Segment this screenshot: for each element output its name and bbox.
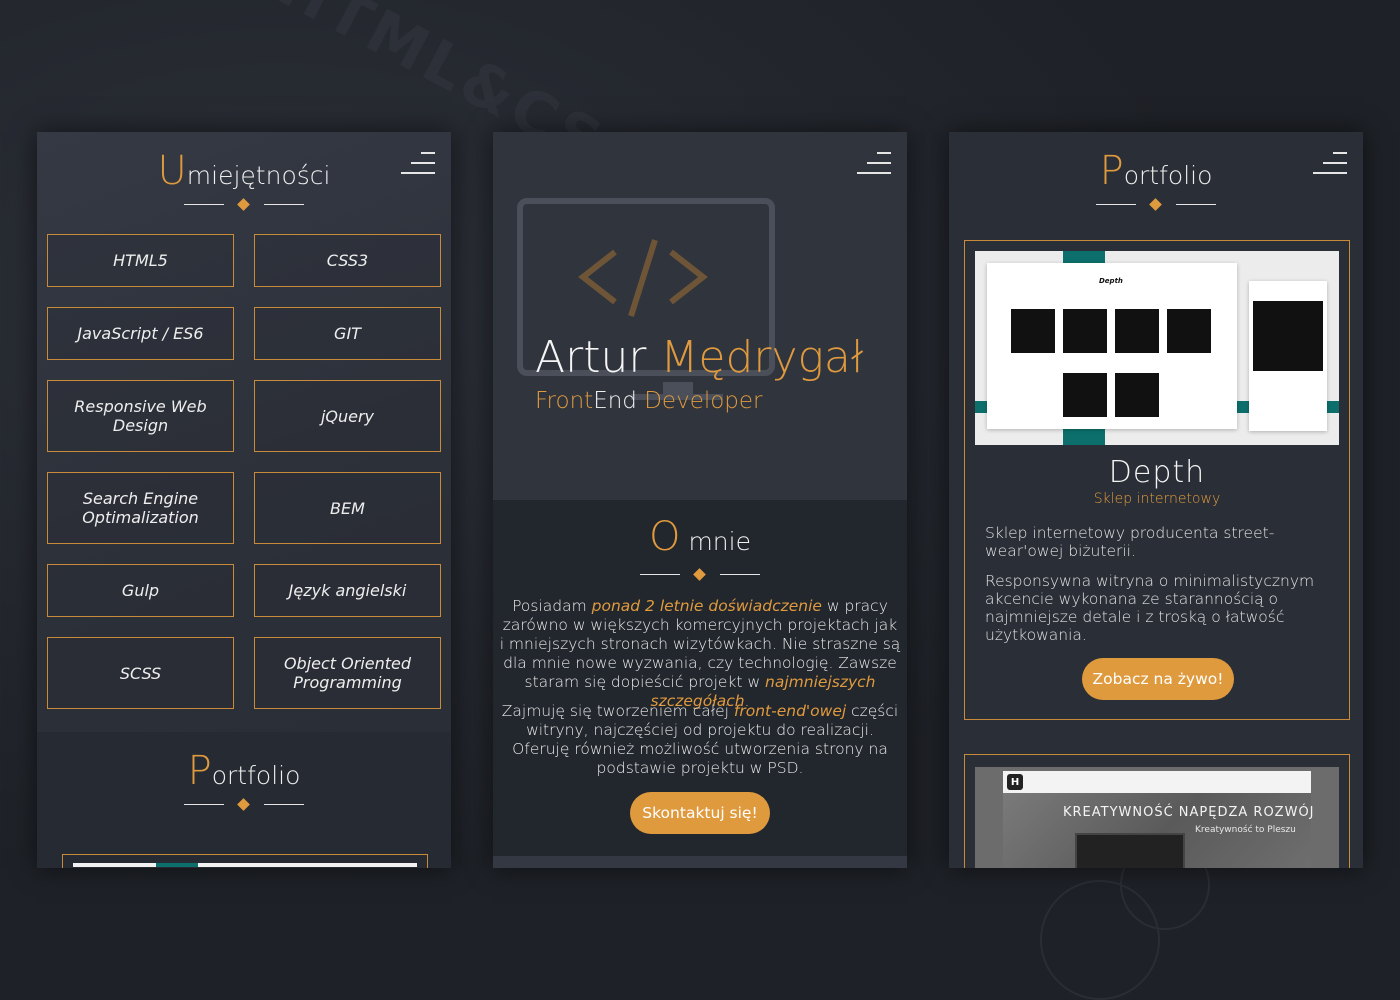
project-description: Responsywna witryna o minimalistycznym a… [985, 572, 1315, 644]
highlight: ponad 2 letnie doświadczenie [591, 597, 822, 615]
text: Zajmuję się tworzeniem całej [501, 702, 734, 720]
title-initial: P [187, 748, 212, 794]
skill-tile: Object Oriented Programming [254, 637, 441, 709]
hero-section: Artur Mędrygał FrontEnd Developer [493, 132, 907, 500]
skills-phone-screen: Umiejętności HTML5 CSS3 JavaScript / ES6… [37, 132, 451, 868]
project-screenshot[interactable]: H KREATYWNOŚĆ NAPĘDZA ROZWÓJ Kreatywność… [975, 767, 1339, 868]
screenshot-subline: Kreatywność to Pleszu [1195, 825, 1296, 835]
title-divider [184, 198, 304, 212]
project-description: Sklep internetowy producenta street-wear… [985, 524, 1275, 560]
title-rest: miejętności [186, 161, 331, 190]
next-section-edge [493, 856, 907, 868]
screenshot-logo: Depth [1099, 277, 1123, 285]
hero-phone-screen: Artur Mędrygał FrontEnd Developer O mnie… [493, 132, 907, 868]
project-title: Depth [1108, 455, 1206, 490]
first-name: Artur [535, 332, 647, 383]
hero-name: Artur Mędrygał [535, 332, 863, 383]
project-card: Depth Depth Sklep internetowy Sklep inte… [964, 240, 1350, 720]
menu-icon[interactable] [857, 152, 891, 178]
role-part: End [593, 388, 637, 414]
role-part: Front [535, 388, 594, 414]
portfolio-title: Portfolio [37, 748, 451, 794]
laptop-image [1075, 833, 1185, 868]
title-rest: mnie [680, 527, 751, 556]
skill-tile: CSS3 [254, 234, 441, 287]
title-initial: O [649, 514, 681, 560]
skill-tile: Search Engine Optimalization [47, 472, 234, 544]
about-paragraph: Posiadam ponad 2 letnie doświadczenie w … [499, 597, 901, 711]
screenshot-nav: H [1003, 771, 1311, 793]
highlight: front-end'owej [733, 702, 847, 720]
title-rest: ortfolio [1123, 161, 1213, 190]
mobile-mockup [1249, 281, 1327, 431]
product-thumb [1011, 309, 1055, 353]
title-initial: U [157, 148, 187, 194]
product-thumb [1253, 301, 1323, 371]
view-live-button[interactable]: Zobacz na żywo! [1082, 658, 1234, 700]
skill-tile: GIT [254, 307, 441, 360]
portfolio-phone-screen: Portfolio Depth Depth Sklep internetowy … [949, 132, 1363, 868]
role-part: Developer [636, 388, 763, 414]
skill-tile: Responsive Web Design [47, 380, 234, 452]
skill-tile: SCSS [47, 637, 234, 709]
product-thumb [1063, 309, 1107, 353]
project-subtitle: Sklep internetowy [1093, 491, 1221, 507]
title-initial: P [1099, 148, 1124, 194]
portfolio-card-edge[interactable] [62, 854, 428, 868]
skill-tile: HTML5 [47, 234, 234, 287]
about-paragraph: Zajmuję się tworzeniem całej front-end'o… [499, 702, 901, 778]
skill-tile: Gulp [47, 564, 234, 617]
skill-tile: JavaScript / ES6 [47, 307, 234, 360]
title-divider [184, 798, 304, 812]
screenshot-headline: KREATYWNOŚĆ NAPĘDZA ROZWÓJ [1063, 805, 1315, 820]
desktop-mockup: Depth [987, 263, 1237, 429]
project-screenshot[interactable]: Depth [975, 251, 1339, 445]
skill-tile: BEM [254, 472, 441, 544]
screenshot-logo: H [1007, 774, 1023, 790]
title-divider [640, 568, 760, 582]
title-rest: ortfolio [211, 761, 301, 790]
last-name: Mędrygał [660, 332, 864, 383]
portfolio-section-preview: Portfolio [37, 732, 451, 868]
hero-role: FrontEnd Developer [535, 388, 763, 414]
product-thumb [1115, 373, 1159, 417]
code-brackets-icon [578, 239, 708, 317]
about-section: O mnie Posiadam ponad 2 letnie doświadcz… [493, 500, 907, 856]
product-thumb [1115, 309, 1159, 353]
skill-tile: Język angielski [254, 564, 441, 617]
skills-title: Umiejętności [37, 148, 451, 194]
product-thumb [1167, 309, 1211, 353]
text: Posiadam [512, 597, 592, 615]
product-thumb [1063, 373, 1107, 417]
skill-tile: jQuery [254, 380, 441, 452]
portfolio-title: Portfolio [949, 148, 1363, 194]
contact-button[interactable]: Skontaktuj się! [630, 792, 770, 834]
about-title: O mnie [493, 514, 907, 560]
project-card: H KREATYWNOŚĆ NAPĘDZA ROZWÓJ Kreatywność… [964, 754, 1350, 868]
title-divider [1096, 198, 1216, 212]
